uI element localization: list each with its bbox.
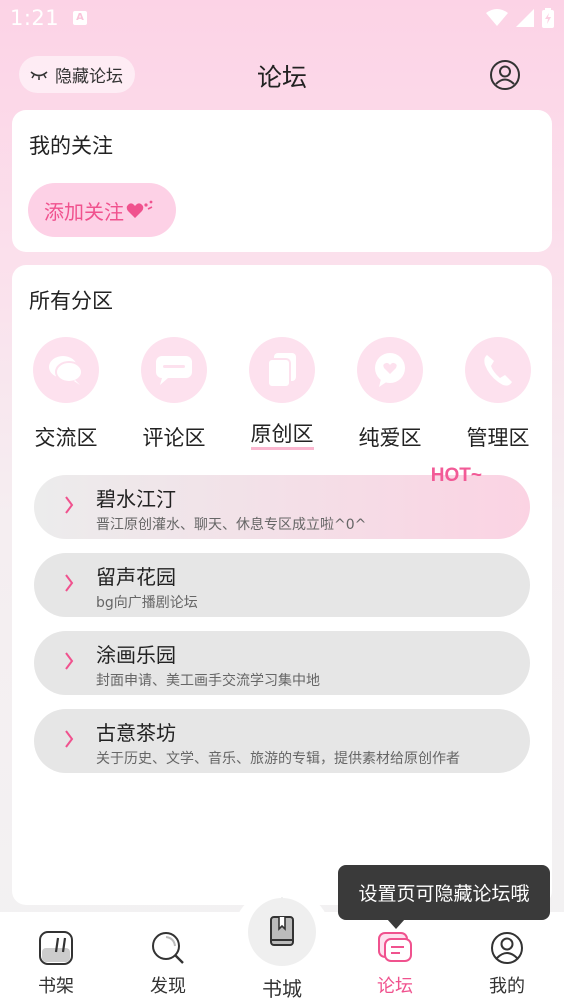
nav-discover-label: 发现 (150, 976, 186, 997)
category-row: 交流区 评论区 原创区 纯爱区 管理区 (12, 337, 552, 452)
signal-icon (516, 9, 534, 27)
forum-name: 涂画乐园 (96, 643, 176, 667)
category-label: 评论区 (142, 426, 206, 450)
forum-item-guyi[interactable]: 古意茶坊 关于历史、文学、音乐、旅游的专辑，提供素材给原创作者 (34, 709, 530, 773)
hot-badge: HOT~ (430, 465, 482, 486)
search-icon (152, 932, 184, 964)
forum-item-liusheng[interactable]: 留声花园 bg向广播剧论坛 (34, 553, 530, 617)
heart-bubble-icon (375, 353, 405, 387)
category-label: 原创区 (250, 422, 314, 450)
my-follow-title: 我的关注 (29, 134, 113, 158)
chevron-right-icon (65, 730, 74, 748)
nav-bookshelf-label: 书架 (38, 976, 74, 997)
battery-icon (542, 8, 554, 28)
chevron-right-icon (65, 574, 74, 592)
category-label: 管理区 (466, 426, 530, 450)
heart-icon (126, 200, 153, 218)
category-label: 纯爱区 (358, 426, 422, 450)
chevron-right-icon (65, 496, 74, 514)
forum-icon (378, 932, 412, 962)
forum-item-tuhua[interactable]: 涂画乐园 封面申请、美工画手交流学习集中地 (34, 631, 530, 695)
page-title: 论坛 (256, 63, 307, 92)
category-circle (357, 337, 423, 403)
forum-list: 碧水江汀 晋江原创灌水、聊天、休息专区成立啦^0^ HOT~ 留声花园 bg向广… (34, 465, 530, 787)
comment-icon (156, 356, 192, 385)
user-icon (491, 932, 523, 964)
all-sections-card: 所有分区 交流区 评论区 原创区 纯爱区 管理区 碧水江汀 晋江原创灌水、聊天、… (12, 265, 552, 905)
category-original[interactable]: 原创区 (228, 337, 336, 452)
bookshelf-icon (39, 931, 73, 965)
status-bar: 1:21 A (0, 0, 564, 38)
nav-bookstore-label: 书城 (262, 977, 302, 1001)
forum-desc: 关于历史、文学、音乐、旅游的专辑，提供素材给原创作者 (96, 751, 460, 767)
forum-item-bishui[interactable]: 碧水江汀 晋江原创灌水、聊天、休息专区成立啦^0^ HOT~ (34, 465, 530, 539)
category-circle (249, 337, 315, 403)
status-icons (486, 8, 554, 28)
profile-icon[interactable] (489, 59, 521, 91)
add-follow-button[interactable]: 添加关注 (28, 183, 176, 237)
nav-mine[interactable]: 我的 (451, 912, 563, 1002)
forum-name: 留声花园 (96, 565, 176, 589)
phone-icon (484, 355, 512, 386)
notification-icon: A (73, 11, 87, 25)
forum-name: 碧水江汀 (96, 487, 176, 511)
my-follow-card: 我的关注 添加关注 (12, 110, 552, 252)
documents-icon (267, 353, 296, 388)
forum-desc: 晋江原创灌水、聊天、休息专区成立啦^0^ (96, 517, 367, 533)
book-icon (270, 916, 294, 946)
category-admin[interactable]: 管理区 (444, 337, 552, 452)
nav-bookstore[interactable] (248, 898, 316, 966)
nav-discover[interactable]: 发现 (112, 912, 224, 1002)
category-label: 交流区 (34, 426, 98, 450)
chevron-right-icon (65, 652, 74, 670)
top-header: 隐藏论坛 论坛 (0, 50, 564, 100)
wifi-icon (486, 9, 508, 26)
forum-desc: bg向广播剧论坛 (96, 595, 198, 611)
nav-bookshelf[interactable]: 书架 (0, 912, 112, 1002)
nav-mine-label: 我的 (489, 976, 525, 997)
hide-forum-tooltip: 设置页可隐藏论坛哦 (338, 865, 550, 929)
category-comment[interactable]: 评论区 (120, 337, 228, 452)
category-circle (465, 337, 531, 403)
all-sections-title: 所有分区 (29, 289, 113, 313)
category-exchange[interactable]: 交流区 (12, 337, 120, 452)
category-pure-love[interactable]: 纯爱区 (336, 337, 444, 452)
forum-desc: 封面申请、美工画手交流学习集中地 (96, 673, 320, 689)
nav-forum-label: 论坛 (377, 976, 413, 997)
category-circle (141, 337, 207, 403)
chat-bubbles-icon (49, 356, 83, 385)
category-circle (33, 337, 99, 403)
status-time: 1:21 (10, 6, 60, 30)
forum-name: 古意茶坊 (96, 721, 176, 745)
add-follow-label: 添加关注 (44, 199, 124, 224)
